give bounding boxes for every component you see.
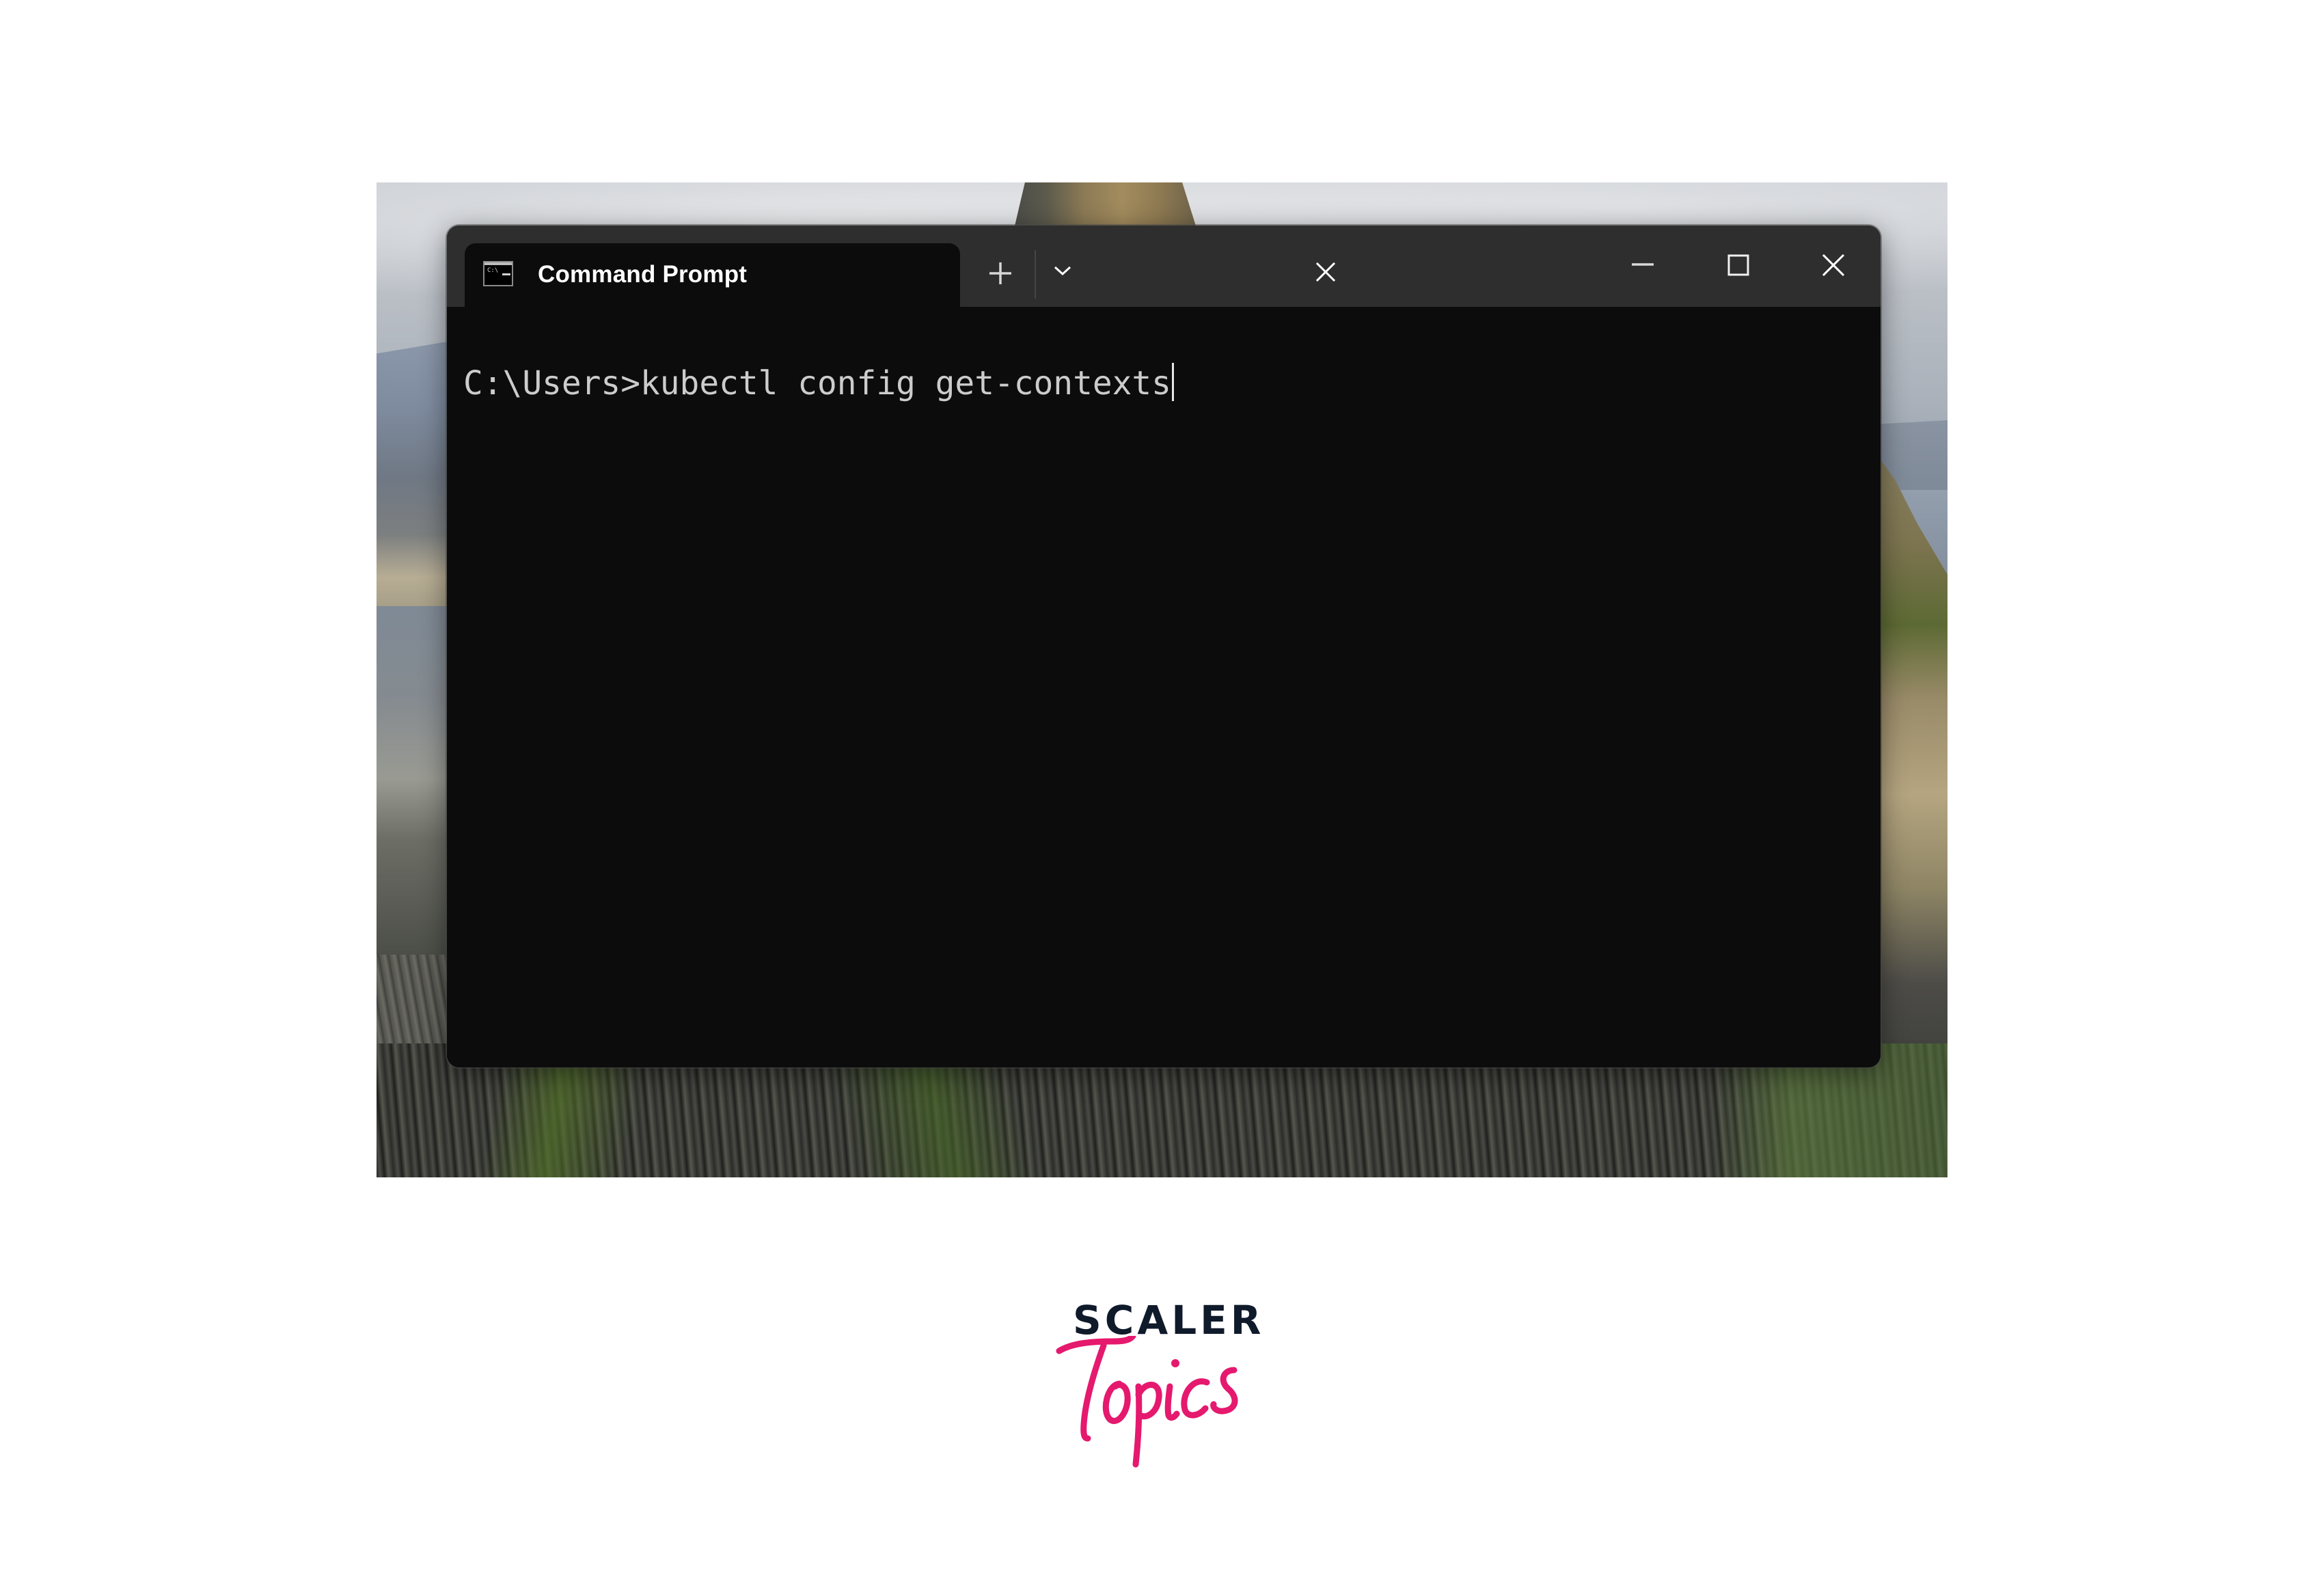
logo-script-o [1102, 1380, 1131, 1424]
tab-command-prompt[interactable]: C:\ Command Prompt [465, 243, 960, 307]
logo-script-p [1132, 1382, 1162, 1468]
close-window-button[interactable] [1822, 254, 1844, 276]
wallpaper-rock-pinnacle [1013, 182, 1197, 230]
title-bar[interactable]: C:\ Command Prompt [447, 225, 1881, 307]
cmd-icon: C:\ [483, 261, 513, 286]
console-command: kubectl config get-contexts [640, 365, 1171, 402]
tab-dropdown-button[interactable] [1052, 264, 1073, 277]
maximize-button[interactable] [1727, 254, 1749, 276]
wallpaper-rocks-left [377, 955, 452, 1050]
console-prompt: C:\Users> [463, 365, 640, 402]
console-area[interactable]: C:\Users>kubectl config get-contexts [447, 307, 1881, 1067]
close-icon [1822, 254, 1844, 276]
logo-script-i-dot [1171, 1359, 1179, 1367]
tab-title: Command Prompt [538, 261, 748, 288]
logo-script-t-stem [1080, 1342, 1107, 1442]
wallpaper-cliff-right [1873, 449, 1947, 1078]
console-input-line[interactable]: C:\Users>kubectl config get-contexts [463, 363, 1174, 405]
cmd-icon-cursor [502, 273, 510, 275]
new-tab-button[interactable] [987, 260, 1014, 287]
minimize-icon [1632, 263, 1654, 266]
tab-close-button[interactable] [1313, 260, 1338, 284]
minimize-button[interactable] [1632, 253, 1654, 277]
logo-topics-script [1056, 1336, 1238, 1468]
tab-divider [1035, 250, 1036, 299]
logo-script-t-bar [1056, 1336, 1136, 1354]
plus-icon [989, 262, 1011, 284]
logo-script-c [1181, 1378, 1210, 1419]
scaler-topics-logo: SCALER [1052, 1295, 1278, 1473]
cmd-icon-titlebar [484, 262, 512, 265]
close-icon [1315, 262, 1336, 282]
cmd-icon-text: C:\ [487, 267, 499, 274]
chevron-down-icon [1054, 266, 1071, 276]
logo-script-i [1164, 1383, 1180, 1421]
maximize-icon [1727, 254, 1749, 276]
logo-script-s [1210, 1367, 1238, 1414]
text-cursor [1171, 363, 1174, 401]
terminal-window: C:\ Command Prompt C:\Users>kubectl conf… [447, 225, 1881, 1067]
